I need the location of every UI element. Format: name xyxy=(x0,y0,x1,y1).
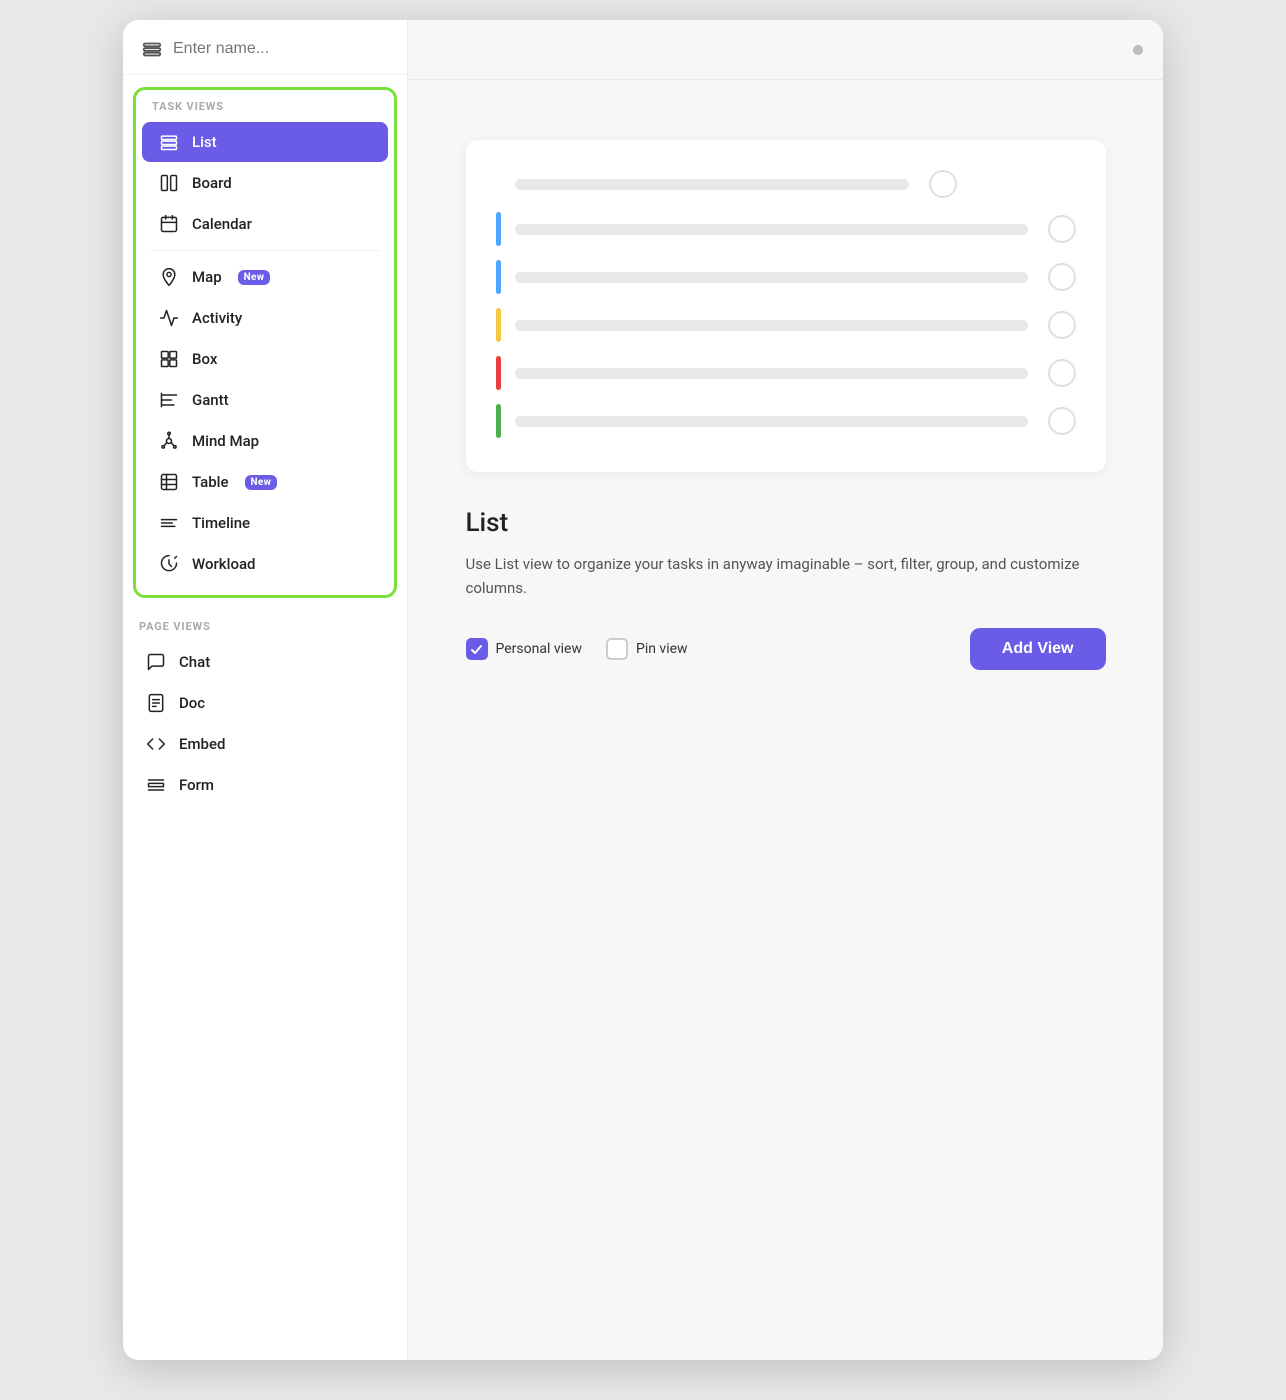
sidebar: TASK VIEWS List Board Calendar xyxy=(123,20,408,1360)
sidebar-item-form[interactable]: Form xyxy=(129,765,401,805)
table-icon xyxy=(158,472,180,492)
preview-row xyxy=(496,212,1076,246)
board-label: Board xyxy=(192,174,232,192)
sidebar-item-board[interactable]: Board xyxy=(142,163,388,203)
sidebar-item-activity[interactable]: Activity xyxy=(142,298,388,338)
sidebar-item-map[interactable]: Map New xyxy=(142,257,388,297)
list-label: List xyxy=(192,133,217,151)
gantt-icon xyxy=(158,390,180,410)
calendar-icon xyxy=(158,214,180,234)
sidebar-item-chat[interactable]: Chat xyxy=(129,642,401,682)
pin-view-label: Pin view xyxy=(636,641,688,657)
preview-circle xyxy=(1048,215,1076,243)
color-bar xyxy=(496,356,501,390)
table-badge: New xyxy=(245,475,278,490)
board-icon xyxy=(158,173,180,193)
modal-container: TASK VIEWS List Board Calendar xyxy=(123,20,1163,1360)
sidebar-item-table[interactable]: Table New xyxy=(142,462,388,502)
workload-label: Workload xyxy=(192,555,256,573)
color-bar xyxy=(496,177,501,191)
workload-icon xyxy=(158,554,180,574)
preview-circle xyxy=(929,170,957,198)
chat-icon xyxy=(145,652,167,672)
main-top-bar xyxy=(408,20,1163,80)
table-label: Table xyxy=(192,473,229,491)
preview-row xyxy=(496,170,1076,198)
more-icon[interactable] xyxy=(1133,45,1143,55)
sidebar-item-doc[interactable]: Doc xyxy=(129,683,401,723)
pin-view-option[interactable]: Pin view xyxy=(606,638,688,660)
color-bar xyxy=(496,308,501,342)
sidebar-item-list[interactable]: List xyxy=(142,122,388,162)
sidebar-item-embed[interactable]: Embed xyxy=(129,724,401,764)
sidebar-item-gantt[interactable]: Gantt xyxy=(142,380,388,420)
color-bar xyxy=(496,404,501,438)
map-badge: New xyxy=(238,270,271,285)
sidebar-item-mindmap[interactable]: Mind Map xyxy=(142,421,388,461)
activity-icon xyxy=(158,308,180,328)
preview-circle xyxy=(1048,311,1076,339)
task-views-section: TASK VIEWS List Board Calendar xyxy=(133,87,397,598)
box-label: Box xyxy=(192,350,217,368)
embed-icon xyxy=(145,734,167,754)
sidebar-item-timeline[interactable]: Timeline xyxy=(142,503,388,543)
preview-line xyxy=(515,320,1028,331)
preview-line xyxy=(515,416,1028,427)
timeline-icon xyxy=(158,513,180,533)
task-views-label: TASK VIEWS xyxy=(136,100,394,121)
form-label: Form xyxy=(179,776,214,794)
sidebar-item-box[interactable]: Box xyxy=(142,339,388,379)
color-bar xyxy=(496,212,501,246)
gantt-label: Gantt xyxy=(192,391,229,409)
search-area xyxy=(123,20,407,75)
sidebar-item-calendar[interactable]: Calendar xyxy=(142,204,388,244)
mindmap-label: Mind Map xyxy=(192,432,259,450)
doc-icon xyxy=(145,693,167,713)
add-view-button[interactable]: Add View xyxy=(970,628,1106,670)
view-actions: Personal view Pin view Add View xyxy=(466,628,1106,670)
preview-row xyxy=(496,260,1076,294)
page-views-section: PAGE VIEWS Chat Doc Embed xyxy=(123,610,407,816)
pin-view-checkbox[interactable] xyxy=(606,638,628,660)
search-icon xyxy=(141,38,163,60)
mindmap-icon xyxy=(158,431,180,451)
preview-circle xyxy=(1048,407,1076,435)
view-description: Use List view to organize your tasks in … xyxy=(466,552,1106,600)
preview-circle xyxy=(1048,359,1076,387)
preview-line xyxy=(515,368,1028,379)
preview-card xyxy=(466,140,1106,472)
search-input[interactable] xyxy=(173,40,389,58)
box-icon xyxy=(158,349,180,369)
color-bar xyxy=(496,260,501,294)
preview-row xyxy=(496,356,1076,390)
doc-label: Doc xyxy=(179,694,205,712)
page-views-label: PAGE VIEWS xyxy=(123,620,407,641)
view-title: List xyxy=(466,508,1106,538)
map-label: Map xyxy=(192,268,222,286)
personal-view-option[interactable]: Personal view xyxy=(466,638,582,660)
main-body: List Use List view to organize your task… xyxy=(408,80,1163,1360)
personal-view-label: Personal view xyxy=(496,641,582,657)
main-content: List Use List view to organize your task… xyxy=(408,20,1163,1360)
preview-circle xyxy=(1048,263,1076,291)
activity-label: Activity xyxy=(192,309,242,327)
list-icon xyxy=(158,132,180,152)
embed-label: Embed xyxy=(179,735,225,753)
preview-line xyxy=(515,179,909,190)
chat-label: Chat xyxy=(179,653,210,671)
sidebar-item-workload[interactable]: Workload xyxy=(142,544,388,584)
calendar-label: Calendar xyxy=(192,215,252,233)
map-icon xyxy=(158,267,180,287)
form-icon xyxy=(145,775,167,795)
preview-line xyxy=(515,272,1028,283)
preview-row xyxy=(496,308,1076,342)
personal-view-checkbox[interactable] xyxy=(466,638,488,660)
divider-1 xyxy=(150,250,380,251)
preview-line xyxy=(515,224,1028,235)
preview-row xyxy=(496,404,1076,438)
timeline-label: Timeline xyxy=(192,514,250,532)
